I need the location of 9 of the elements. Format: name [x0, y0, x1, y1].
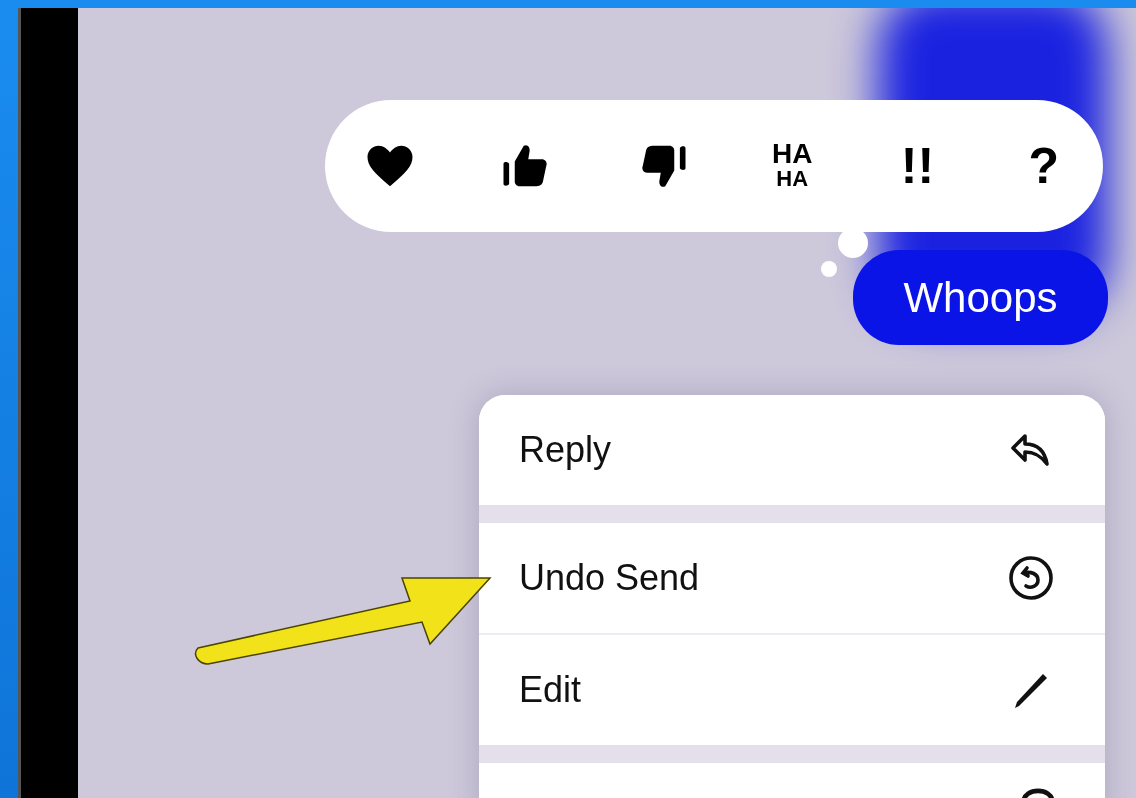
haha-reaction[interactable]: HA HA [772, 141, 813, 191]
message-bubble: Whoops [853, 250, 1108, 345]
menu-item[interactable]: Undo Send [479, 523, 1105, 633]
menu-item[interactable]: Edit [479, 635, 1105, 745]
reaction-option[interactable]: !! [894, 137, 941, 195]
undo-icon [1007, 554, 1055, 602]
menu-item[interactable]: Reply [479, 395, 1105, 505]
reaction-option[interactable]: ? [1022, 137, 1065, 195]
bubble-tail-dot [821, 261, 837, 277]
